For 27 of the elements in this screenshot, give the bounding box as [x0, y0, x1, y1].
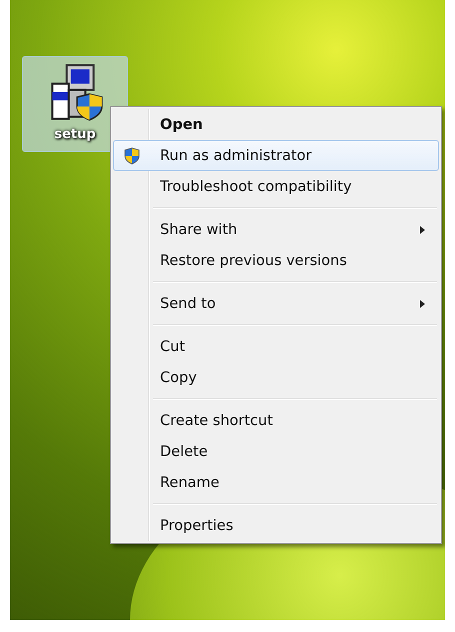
icon-label: setup — [54, 127, 96, 142]
menu-item-label: Troubleshoot compatibility — [159, 178, 353, 194]
menu-item-label: Send to — [159, 296, 217, 312]
menu-item-label: Delete — [159, 444, 209, 460]
menu-item-label: Properties — [159, 518, 234, 534]
menu-item-label: Share with — [159, 222, 238, 238]
menu-item[interactable]: Create shortcut — [113, 405, 439, 436]
menu-item[interactable]: Send to — [113, 288, 439, 319]
menu-item[interactable]: Copy — [113, 362, 439, 393]
menu-item-label: Open — [159, 116, 204, 132]
shield-icon — [124, 146, 140, 164]
menu-item[interactable]: Delete — [113, 436, 439, 467]
menu-item[interactable]: Restore previous versions — [113, 245, 439, 276]
menu-item-label: Restore previous versions — [159, 252, 348, 268]
menu-item[interactable]: Cut — [113, 331, 439, 362]
menu-item[interactable]: Rename — [113, 467, 439, 498]
menu-item[interactable]: Share with — [113, 214, 439, 245]
menu-item[interactable]: Troubleshoot compatibility — [113, 171, 439, 202]
menu-item-label: Cut — [159, 338, 186, 354]
menu-item[interactable]: Run as administrator — [113, 140, 439, 171]
submenu-arrow-icon — [420, 226, 426, 234]
menu-item[interactable]: Properties — [113, 510, 439, 541]
submenu-arrow-icon — [420, 300, 426, 308]
menu-item-label: Rename — [159, 474, 220, 490]
menu-item-label: Create shortcut — [159, 412, 274, 428]
menu-item-label: Copy — [159, 370, 198, 386]
menu-item-label: Run as administrator — [159, 148, 313, 164]
